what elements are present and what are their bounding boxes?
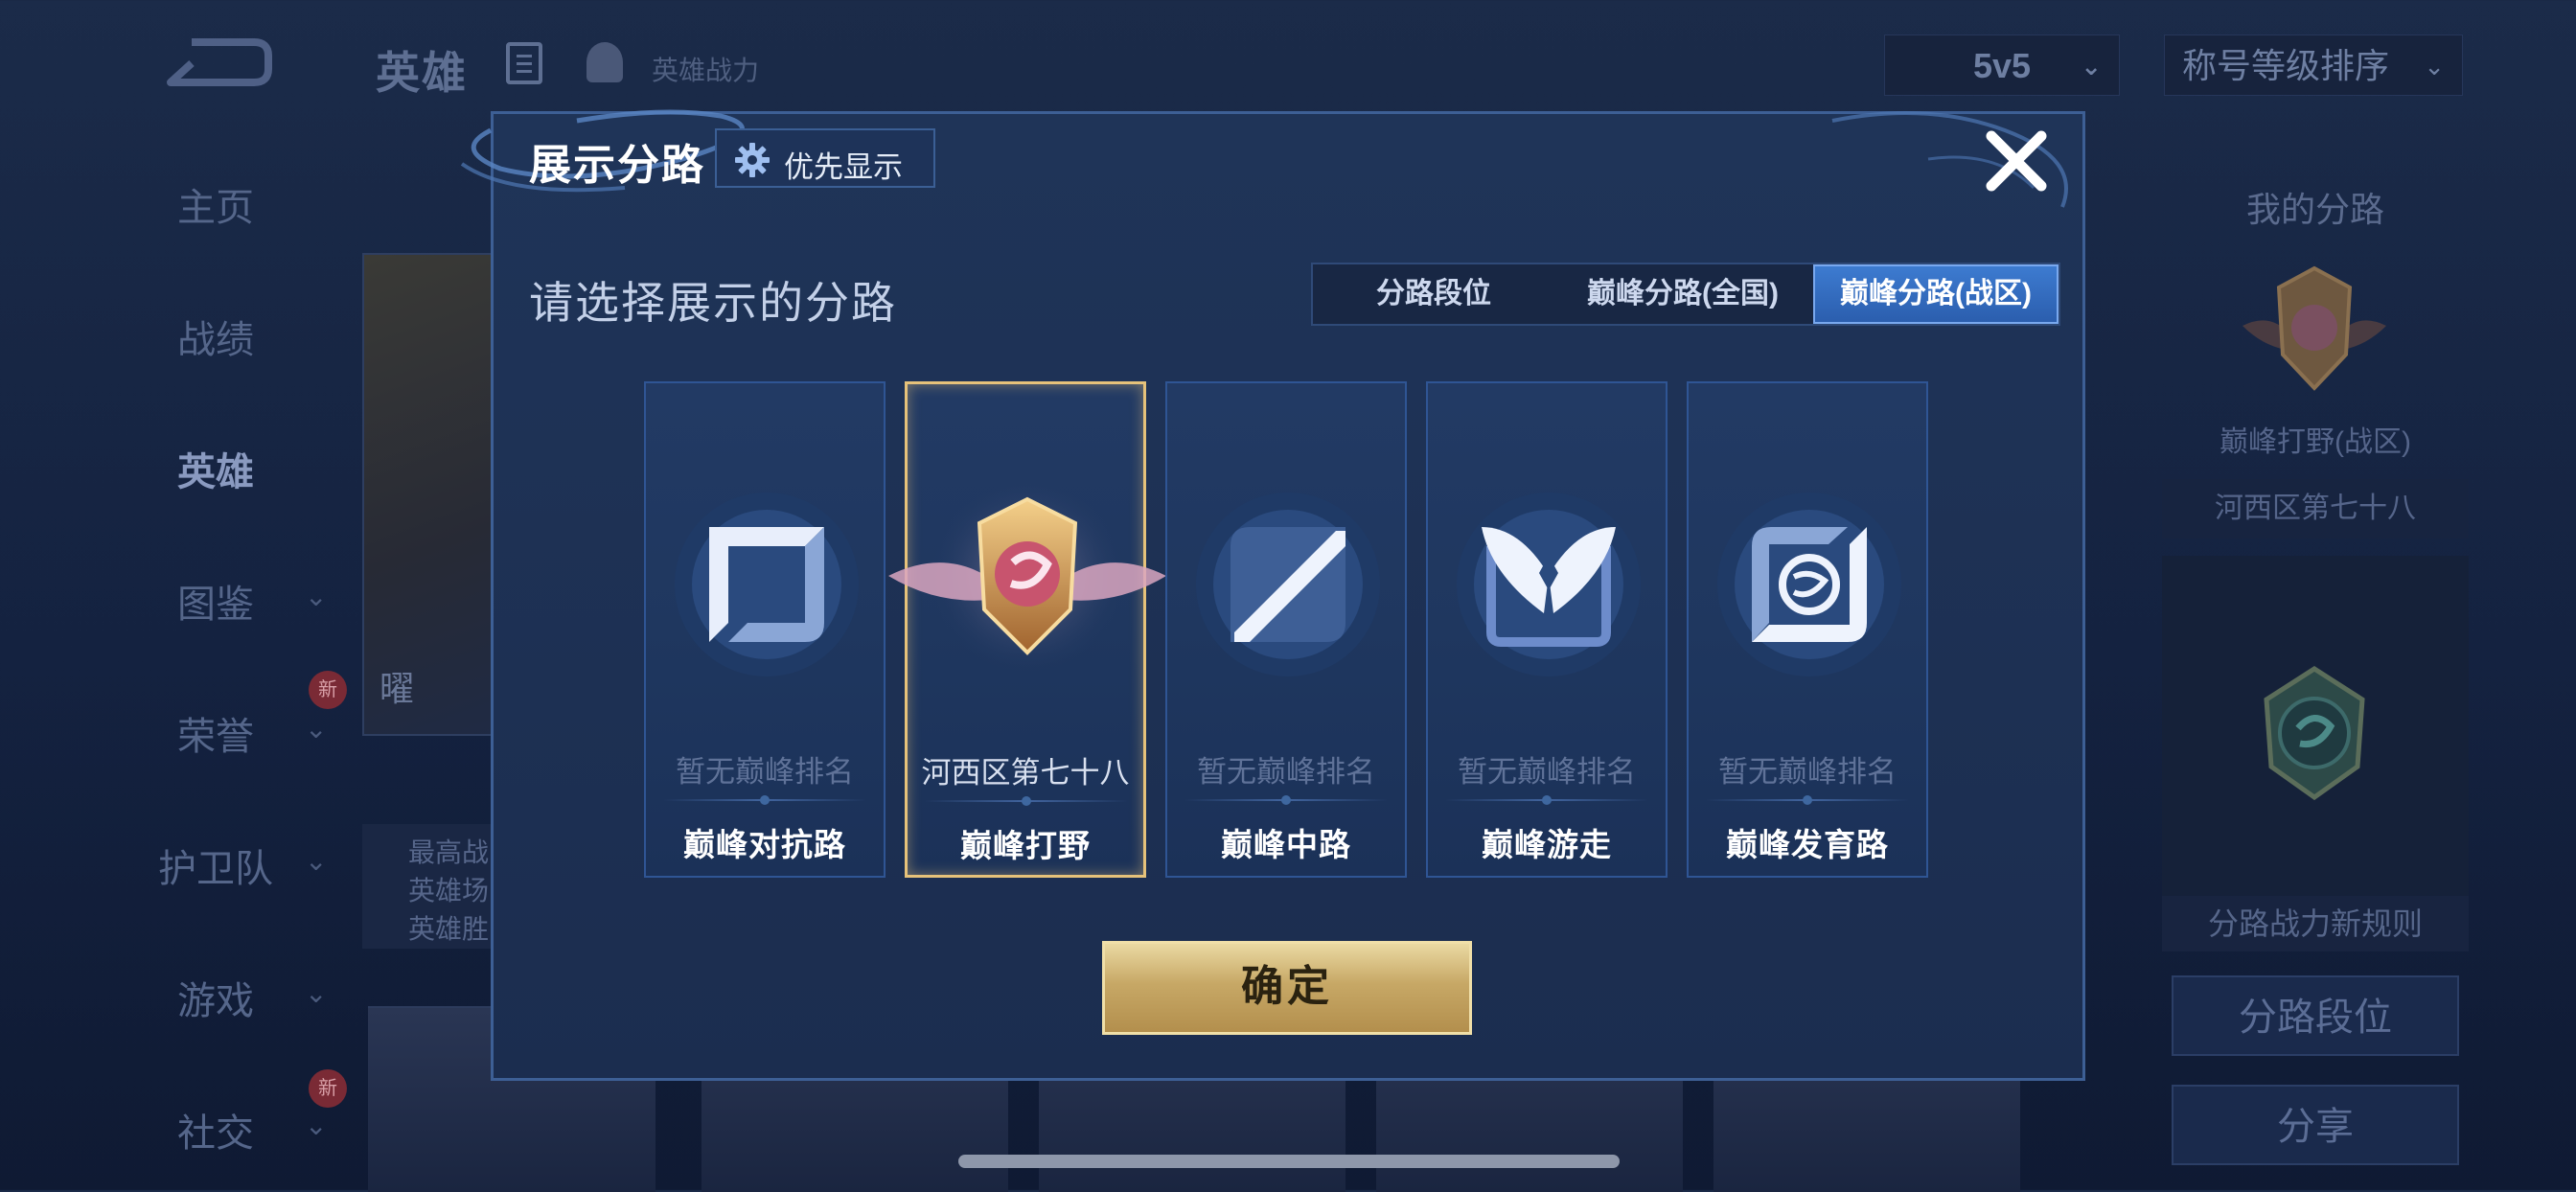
new-badge: 新 [309, 1069, 347, 1108]
lane-rank-button[interactable]: 分路段位 [2172, 975, 2459, 1056]
lane-card-top[interactable]: 暂无巅峰排名 巅峰对抗路 [644, 381, 886, 878]
card-rank-text: 河西区第七十八 [921, 756, 1130, 790]
hero-stat-line: 最高战 [408, 837, 490, 867]
home-indicator[interactable] [958, 1155, 1620, 1168]
gear-icon [735, 143, 770, 177]
jungle-emblem-icon [888, 480, 1166, 672]
sort-dropdown-value: 称号等级排序 [2182, 46, 2390, 85]
hero-stat-line: 英雄场 [408, 876, 490, 905]
mode-dropdown-value: 5v5 [1972, 46, 2032, 85]
nav-item-social[interactable]: 社交 [144, 1102, 288, 1158]
nav-item-hero[interactable]: 英雄 [144, 441, 288, 496]
chevron-down-icon: ⌄ [305, 1111, 328, 1140]
card-rank-text: 暂无巅峰排名 [1197, 755, 1375, 789]
chevron-down-icon: ⌄ [2424, 52, 2445, 80]
nav-item-guard[interactable]: 护卫队 [144, 837, 288, 893]
card-divider-dot [1803, 795, 1812, 805]
section-title: 请选择展示的分路 [529, 278, 897, 328]
lane-card-jungle[interactable]: 河西区第七十八 巅峰打野 [888, 381, 1166, 878]
hero-card-name: 曜 [380, 669, 415, 708]
chevron-down-icon: ⌄ [305, 978, 328, 1008]
share-button[interactable]: 分享 [2172, 1085, 2459, 1165]
hero-power-label[interactable]: 英雄战力 [652, 50, 759, 88]
mode-dropdown[interactable]: 5v5 ⌄ [1884, 34, 2120, 96]
lane-card-bot[interactable]: 暂无巅峰排名 巅峰发育路 [1687, 381, 1928, 878]
hero-stat-line: 英雄胜 [408, 914, 490, 944]
lane-card-mid[interactable]: 暂无巅峰排名 巅峰中路 [1165, 381, 1407, 878]
lane-power-badge-icon [2264, 666, 2365, 801]
helmet-icon [586, 42, 623, 82]
card-divider-dot [1542, 795, 1552, 805]
priority-display-label: 优先显示 [784, 150, 903, 184]
card-lane-name: 巅峰打野 [960, 828, 1091, 863]
nav-item-honor[interactable]: 荣誉 [144, 705, 288, 761]
chevron-down-icon: ⌄ [305, 582, 328, 611]
card-rank-text: 暂无巅峰排名 [1718, 755, 1897, 789]
nav-item-collection[interactable]: 图鉴 [144, 573, 288, 629]
hero-stats: 最高战 英雄场 英雄胜 [362, 824, 506, 949]
chevron-down-icon: ⌄ [305, 714, 328, 744]
card-divider-dot [760, 795, 770, 805]
wings-icon [1457, 493, 1641, 676]
card-divider-dot [1022, 796, 1031, 806]
new-badge: 新 [309, 671, 347, 709]
dialog-title: 展示分路 [529, 142, 705, 189]
card-lane-name: 巅峰发育路 [1726, 827, 1889, 862]
my-lane-title: 我的分路 [2245, 190, 2384, 229]
card-lane-name: 巅峰游走 [1482, 827, 1612, 862]
lane-card-roam[interactable]: 暂无巅峰排名 巅峰游走 [1426, 381, 1668, 878]
nav-item-game[interactable]: 游戏 [144, 970, 288, 1025]
lane-tab-bar: 分路段位 巅峰分路(全国) 巅峰分路(战区) [1311, 263, 2060, 326]
list-icon[interactable] [506, 42, 542, 84]
card-rank-text: 暂无巅峰排名 [1458, 755, 1636, 789]
my-lane-region-rank: 河西区第七十八 [2162, 479, 2469, 539]
mid-lane-icon [1196, 493, 1380, 676]
sort-dropdown[interactable]: 称号等级排序 ⌄ [2164, 34, 2463, 96]
bullseye-icon [1717, 493, 1901, 676]
tab-lane-rank[interactable]: 分路段位 [1313, 264, 1554, 324]
nav-item-record[interactable]: 战绩 [144, 309, 288, 364]
my-lane-name: 巅峰打野(战区) [2220, 426, 2411, 458]
back-arrow-icon[interactable] [163, 34, 273, 90]
jungle-emblem-icon [2242, 265, 2386, 391]
tab-peak-region[interactable]: 巅峰分路(战区) [1813, 264, 2058, 324]
card-lane-name: 巅峰对抗路 [683, 827, 846, 862]
confirm-button[interactable]: 确定 [1102, 941, 1472, 1035]
card-divider-dot [1281, 795, 1291, 805]
chevron-down-icon: ⌄ [305, 846, 328, 876]
sword-icon [675, 493, 859, 676]
chevron-down-icon: ⌄ [2081, 52, 2102, 80]
priority-display-button[interactable]: 优先显示 [715, 128, 935, 188]
card-lane-name: 巅峰中路 [1221, 827, 1351, 862]
page-title: 英雄 [376, 48, 468, 98]
lane-power-rule-link[interactable]: 分路战力新规则 [2162, 896, 2469, 951]
close-icon[interactable] [1980, 125, 2053, 197]
card-rank-text: 暂无巅峰排名 [676, 755, 854, 789]
nav-item-home[interactable]: 主页 [144, 176, 288, 232]
tab-peak-national[interactable]: 巅峰分路(全国) [1554, 264, 1811, 324]
